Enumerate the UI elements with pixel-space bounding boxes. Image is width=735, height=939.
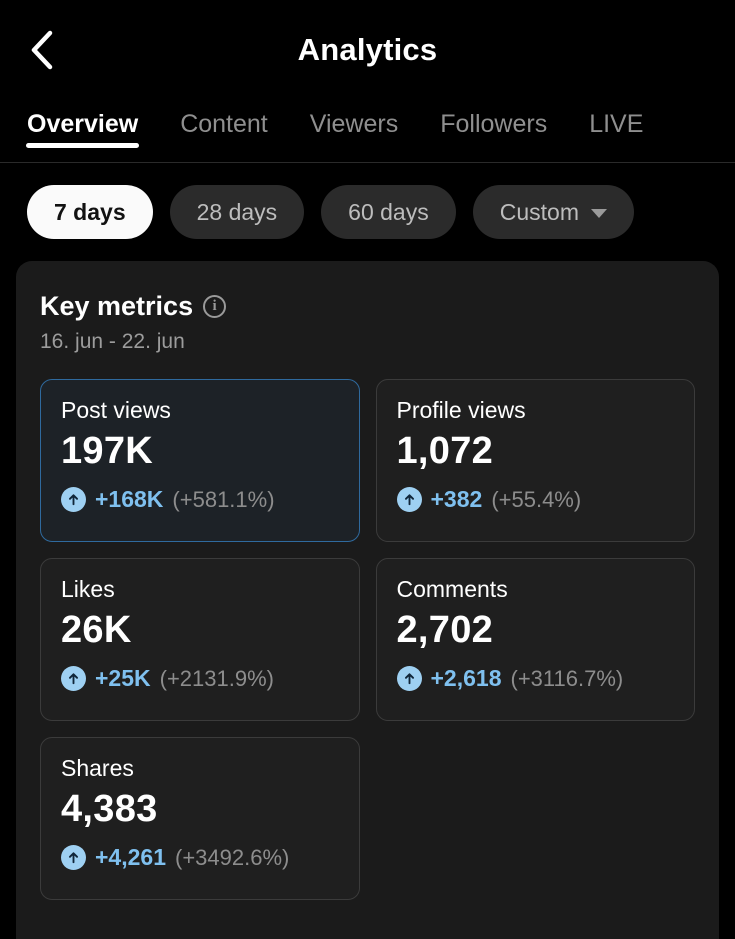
metric-delta-percent: (+3116.7%)	[511, 666, 624, 692]
metric-label: Shares	[61, 755, 339, 782]
metric-card-comments[interactable]: Comments 2,702 +2,618 (+3116.7%)	[376, 558, 696, 721]
metric-delta-absolute: +168K	[95, 486, 163, 513]
metric-delta: +382 (+55.4%)	[397, 486, 675, 513]
tab-content[interactable]: Content	[180, 100, 268, 139]
metric-delta: +168K (+581.1%)	[61, 486, 339, 513]
metric-delta: +4,261 (+3492.6%)	[61, 844, 339, 871]
metric-delta-percent: (+3492.6%)	[175, 845, 289, 871]
chevron-left-icon	[28, 29, 54, 71]
page-header: Analytics	[0, 0, 735, 100]
arrow-up-circle-icon	[61, 845, 86, 870]
tab-content-label: Content	[180, 110, 268, 138]
chip-custom-label: Custom	[500, 199, 579, 226]
analytics-screen: Analytics Overview Content Viewers Follo…	[0, 0, 735, 939]
metric-label: Post views	[61, 397, 339, 424]
back-button[interactable]	[18, 27, 64, 73]
metric-delta-absolute: +4,261	[95, 844, 166, 871]
tab-viewers-label: Viewers	[310, 110, 398, 138]
chevron-down-icon	[591, 209, 607, 218]
metric-value: 1,072	[397, 430, 675, 473]
metric-value: 2,702	[397, 609, 675, 652]
metric-delta-absolute: +382	[431, 486, 483, 513]
metric-label: Comments	[397, 576, 675, 603]
arrow-up-circle-icon	[61, 666, 86, 691]
chip-7-days-label: 7 days	[54, 199, 126, 226]
chip-28-days-label: 28 days	[197, 199, 278, 226]
tab-viewers[interactable]: Viewers	[310, 100, 398, 139]
tab-overview[interactable]: Overview	[27, 100, 138, 139]
metric-value: 197K	[61, 430, 339, 473]
metric-delta-percent: (+581.1%)	[172, 487, 274, 513]
date-range-filter: 7 days 28 days 60 days Custom	[0, 163, 735, 261]
tab-live[interactable]: LIVE	[589, 100, 643, 139]
metric-delta: +2,618 (+3116.7%)	[397, 665, 675, 692]
metric-value: 26K	[61, 609, 339, 652]
tab-followers-label: Followers	[440, 110, 547, 138]
metric-delta-percent: (+55.4%)	[491, 487, 581, 513]
metric-card-likes[interactable]: Likes 26K +25K (+2131.9%)	[40, 558, 360, 721]
tab-bar: Overview Content Viewers Followers LIVE	[0, 100, 735, 163]
chip-60-days[interactable]: 60 days	[321, 185, 456, 239]
chip-custom[interactable]: Custom	[473, 185, 634, 239]
tab-live-label: LIVE	[589, 110, 643, 138]
metric-card-profile-views[interactable]: Profile views 1,072 +382 (+55.4%)	[376, 379, 696, 542]
metric-card-post-views[interactable]: Post views 197K +168K (+581.1%)	[40, 379, 360, 542]
arrow-up-circle-icon	[61, 487, 86, 512]
metric-label: Likes	[61, 576, 339, 603]
metric-card-grid: Post views 197K +168K (+581.1%) Profile …	[40, 379, 695, 900]
chip-28-days[interactable]: 28 days	[170, 185, 305, 239]
tab-overview-label: Overview	[27, 110, 138, 138]
key-metrics-panel: Key metrics i 16. jun - 22. jun Post vie…	[16, 261, 719, 939]
chip-7-days[interactable]: 7 days	[27, 185, 153, 239]
page-title: Analytics	[298, 32, 438, 68]
tab-list: Overview Content Viewers Followers LIVE	[0, 100, 735, 162]
tab-followers[interactable]: Followers	[440, 100, 547, 139]
metric-delta-absolute: +25K	[95, 665, 151, 692]
key-metrics-title: Key metrics	[40, 291, 193, 322]
metric-delta: +25K (+2131.9%)	[61, 665, 339, 692]
metric-card-shares[interactable]: Shares 4,383 +4,261 (+3492.6%)	[40, 737, 360, 900]
key-metrics-date-range: 16. jun - 22. jun	[40, 330, 695, 354]
key-metrics-header: Key metrics i	[40, 291, 695, 322]
metric-delta-absolute: +2,618	[431, 665, 502, 692]
arrow-up-circle-icon	[397, 666, 422, 691]
chip-60-days-label: 60 days	[348, 199, 429, 226]
arrow-up-circle-icon	[397, 487, 422, 512]
info-circle-icon[interactable]: i	[203, 295, 226, 318]
metric-delta-percent: (+2131.9%)	[160, 666, 274, 692]
metric-label: Profile views	[397, 397, 675, 424]
metric-value: 4,383	[61, 788, 339, 831]
